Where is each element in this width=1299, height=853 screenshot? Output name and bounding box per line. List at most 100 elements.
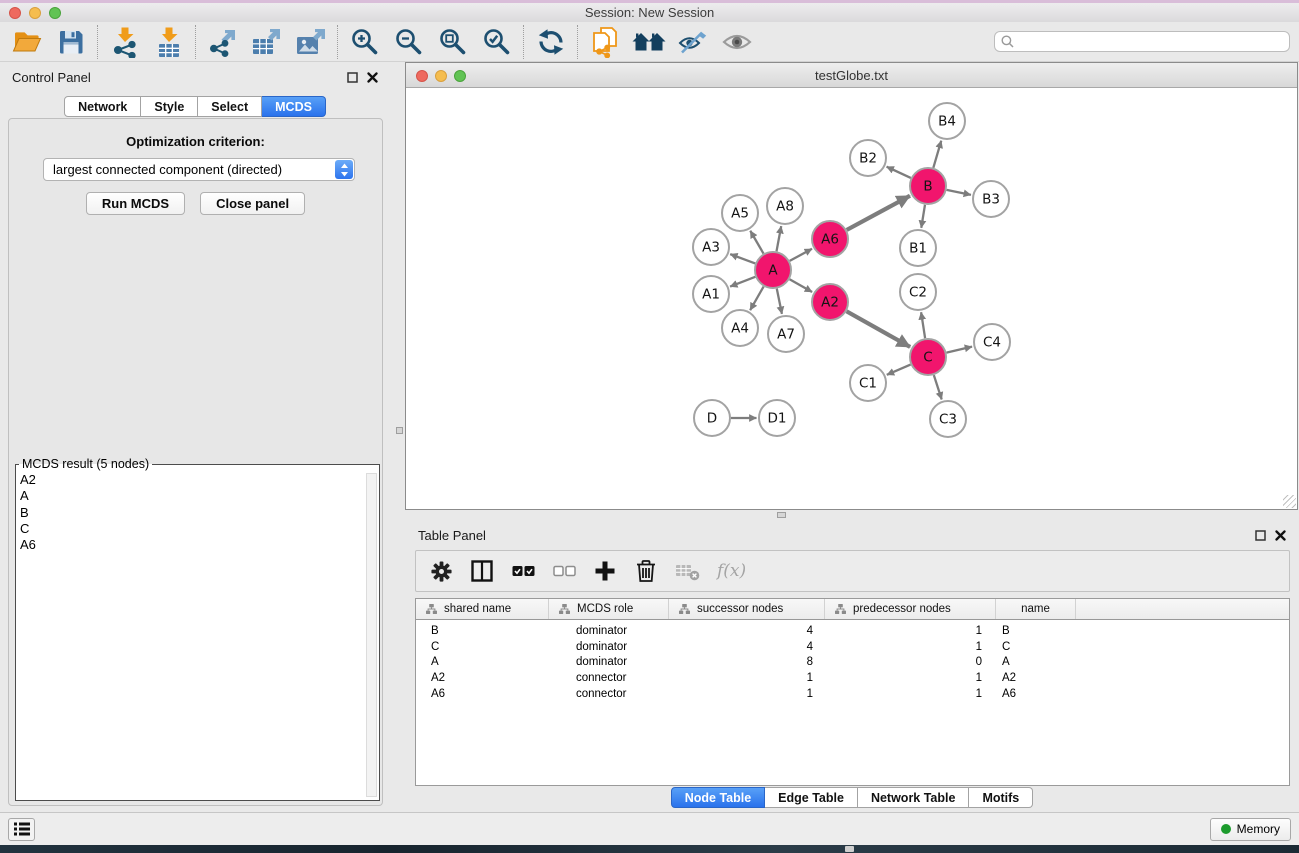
edge-A-A1[interactable] (730, 277, 755, 287)
float-panel-icon[interactable] (1255, 530, 1266, 541)
column-header-shared-name[interactable]: shared name (416, 599, 549, 619)
task-history-button[interactable] (8, 818, 35, 841)
tab-select[interactable]: Select (198, 96, 262, 117)
minimize-network-window-button[interactable] (435, 70, 447, 82)
add-column-button[interactable] (593, 557, 617, 585)
tab-mcds[interactable]: MCDS (262, 96, 326, 117)
export-network-button[interactable] (204, 24, 241, 60)
edge-A-A3[interactable] (730, 254, 755, 263)
bottom-split-handle[interactable] (845, 846, 854, 852)
close-panel-button[interactable]: Close panel (200, 192, 305, 215)
result-item[interactable]: A (20, 488, 363, 504)
tab-node-table[interactable]: Node Table (671, 787, 765, 808)
table-row[interactable]: Cdominator41C (416, 639, 1289, 655)
edge-B-B3[interactable] (947, 190, 971, 195)
deselect-all-button[interactable] (552, 557, 576, 585)
show-graphics-details-button[interactable] (718, 24, 755, 60)
edge-C-C1[interactable] (887, 365, 911, 375)
column-header-MCDS-role[interactable]: MCDS role (549, 599, 669, 619)
column-header-successor-nodes[interactable]: successor nodes (669, 599, 825, 619)
fx-icon: f(x) (717, 561, 746, 581)
table-row[interactable]: Bdominator41B (416, 623, 1289, 639)
hide-graphics-details-button[interactable] (674, 24, 711, 60)
network-from-document-button[interactable] (586, 24, 623, 60)
horizontal-split-handle[interactable] (777, 512, 786, 518)
close-panel-icon[interactable] (1275, 530, 1286, 541)
export-table-button[interactable] (248, 24, 285, 60)
save-session-button[interactable] (52, 24, 89, 60)
table-row[interactable]: A6connector11A6 (416, 686, 1289, 702)
hierarchy-icon (835, 604, 846, 614)
import-table-icon (155, 26, 183, 58)
tab-edge-table[interactable]: Edge Table (765, 787, 858, 808)
optimization-criterion-dropdown[interactable]: largest connected component (directed) (43, 158, 355, 181)
edge-C-C4[interactable] (946, 347, 972, 353)
edge-A-A5[interactable] (750, 231, 763, 254)
edge-A-A2[interactable] (790, 279, 813, 292)
column-header-name[interactable]: name (996, 599, 1076, 619)
edge-A-A7[interactable] (777, 289, 782, 314)
edge-A2-C[interactable] (847, 311, 911, 347)
refresh-button[interactable] (532, 24, 569, 60)
result-scrollbar[interactable] (366, 473, 377, 797)
result-item[interactable]: A6 (20, 537, 363, 553)
zoom-in-button[interactable] (346, 24, 383, 60)
home-view-button[interactable] (630, 24, 667, 60)
node-label-B2: B2 (859, 151, 877, 167)
delete-column-button[interactable] (634, 557, 658, 585)
edge-B-B1[interactable] (921, 205, 925, 228)
main-titlebar: Session: New Session (0, 3, 1299, 22)
edge-B-B4[interactable] (933, 141, 941, 168)
minimize-window-button[interactable] (29, 7, 41, 19)
tab-network-table[interactable]: Network Table (858, 787, 970, 808)
zoom-fit-button[interactable] (434, 24, 471, 60)
table-row[interactable]: A2connector11A2 (416, 670, 1289, 686)
open-session-button[interactable] (8, 24, 45, 60)
vertical-split-handle[interactable] (396, 427, 403, 434)
zoom-window-button[interactable] (49, 7, 61, 19)
control-tabs: NetworkStyleSelectMCDS (0, 96, 390, 117)
edge-C-C2[interactable] (921, 312, 925, 338)
edge-B-B2[interactable] (887, 167, 911, 178)
search-field[interactable] (994, 31, 1290, 52)
window-title: Session: New Session (585, 5, 714, 20)
close-window-button[interactable] (9, 7, 21, 19)
tab-motifs[interactable]: Motifs (969, 787, 1033, 808)
import-network-button[interactable] (106, 24, 143, 60)
result-item[interactable]: B (20, 505, 363, 521)
float-panel-icon[interactable] (347, 72, 358, 83)
optimization-criterion-label: Optimization criterion: (9, 134, 382, 149)
function-builder-button[interactable]: f(x) (717, 557, 746, 585)
zoom-out-button[interactable] (390, 24, 427, 60)
result-item[interactable]: C (20, 521, 363, 537)
window-controls (9, 7, 61, 19)
edge-A-A8[interactable] (777, 226, 782, 251)
column-layout-button[interactable] (470, 557, 494, 585)
resize-grip[interactable] (1283, 495, 1296, 508)
run-mcds-button[interactable]: Run MCDS (86, 192, 185, 215)
table-row[interactable]: Adominator80A (416, 655, 1289, 671)
edge-A6-B[interactable] (847, 196, 910, 230)
table-settings-button[interactable] (429, 557, 453, 585)
zoom-network-window-button[interactable] (454, 70, 466, 82)
edge-A-A4[interactable] (750, 287, 763, 311)
gray-eye-icon (722, 31, 752, 53)
search-input[interactable] (1018, 35, 1283, 49)
export-image-button[interactable] (292, 24, 329, 60)
export-network-icon (208, 27, 238, 57)
zoom-selected-button[interactable] (478, 24, 515, 60)
import-table-button[interactable] (150, 24, 187, 60)
memory-button[interactable]: Memory (1210, 818, 1291, 841)
delete-table-button[interactable] (675, 557, 700, 585)
tab-style[interactable]: Style (141, 96, 198, 117)
select-all-button[interactable] (511, 557, 535, 585)
table-toolbar: f(x) (415, 550, 1290, 592)
edge-A-A6[interactable] (790, 249, 812, 261)
network-canvas[interactable]: B4B2BB3B1A5A8A6A3AA1C2A4A7A2C4CC1C3DD1 (406, 89, 1297, 509)
tab-network[interactable]: Network (64, 96, 141, 117)
result-item[interactable]: A2 (20, 472, 363, 488)
close-network-window-button[interactable] (416, 70, 428, 82)
close-panel-icon[interactable] (367, 72, 378, 83)
column-header-predecessor-nodes[interactable]: predecessor nodes (825, 599, 996, 619)
edge-C-C3[interactable] (934, 375, 942, 399)
